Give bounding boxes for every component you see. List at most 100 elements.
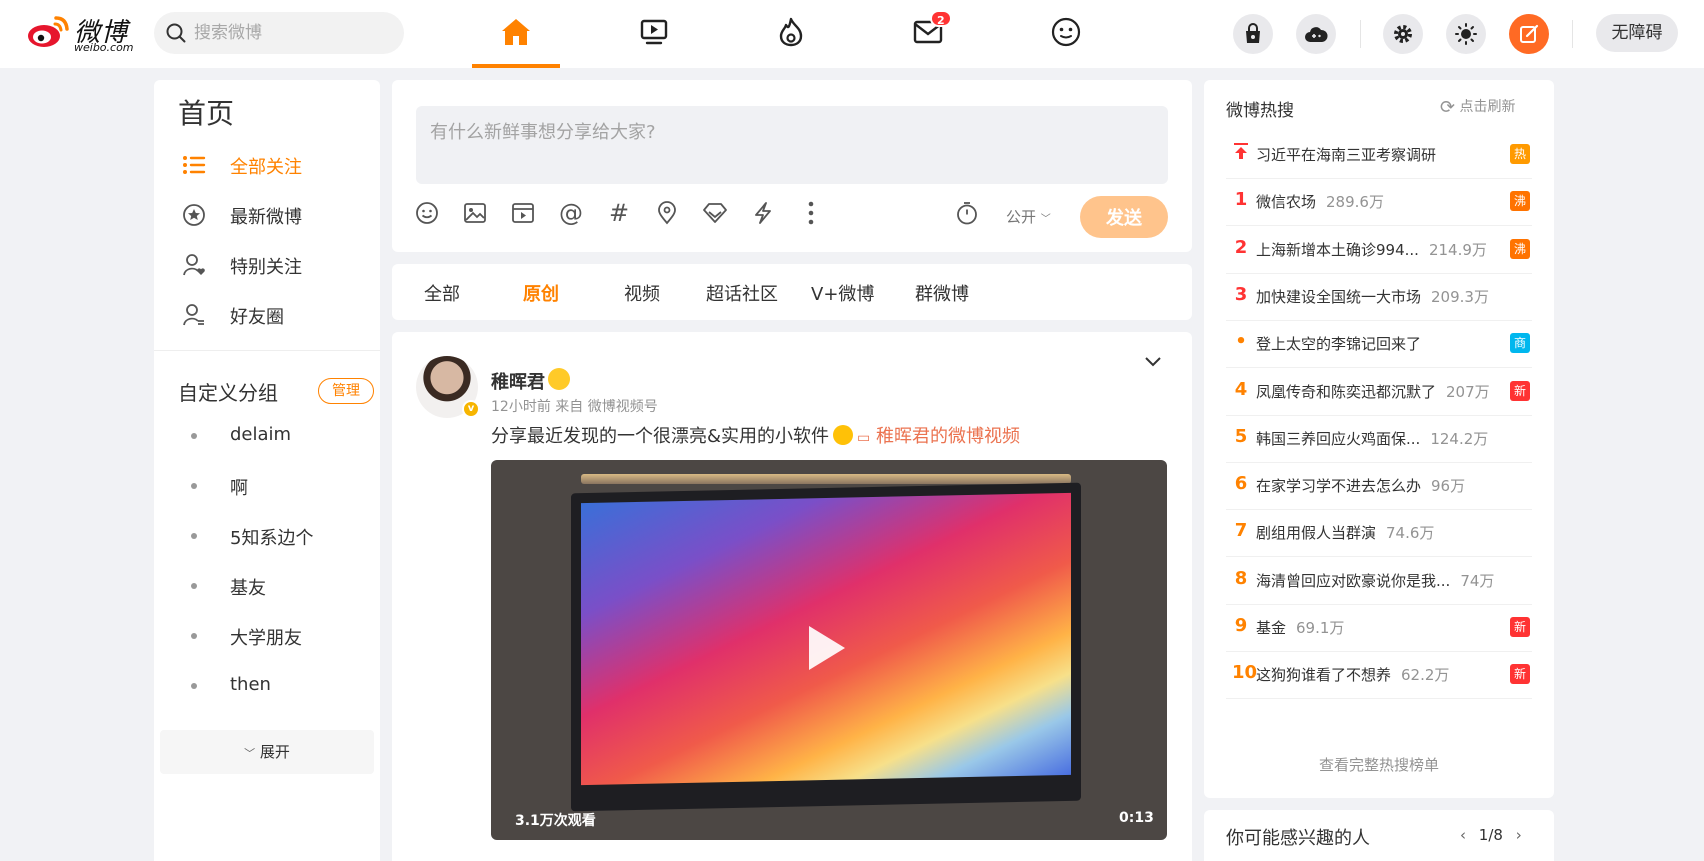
chevron-left-icon[interactable]: ‹ (1460, 826, 1466, 844)
hot-search-heat: 207万 (1446, 382, 1490, 401)
compose-button[interactable] (1509, 14, 1549, 54)
video-player[interactable]: 3.1万次观看 0:13 (491, 460, 1167, 840)
manage-groups-button[interactable]: 管理 (318, 378, 374, 404)
hot-search-item[interactable]: • 登上太空的李锦记回来了 商 (1204, 317, 1554, 369)
hot-search-word: 基金 69.1万 (1256, 617, 1344, 638)
suggested-users-pager: ‹ 1/8 › (1460, 826, 1522, 844)
post-meta: 12小时前 来自 微博视频号 (491, 399, 658, 415)
location-button[interactable] (652, 198, 682, 228)
mention-button[interactable]: @ (556, 198, 586, 228)
tab-video[interactable]: 视频 (624, 280, 660, 306)
group-item[interactable]: 啊 (154, 468, 380, 504)
hot-search-word: 习近平在海南三亚考察调研 (1256, 144, 1436, 165)
view-full-hot-list-link[interactable]: 查看完整热搜榜单 (1204, 754, 1554, 775)
group-item[interactable]: delaim (154, 418, 380, 454)
group-item-label: 基友 (230, 578, 266, 599)
hot-search-item[interactable]: 3 加快建设全国统一大市场 209.3万 (1204, 270, 1554, 321)
tab-vplus[interactable]: V+微博 (811, 280, 874, 306)
nav-messages[interactable]: 2 (908, 10, 952, 52)
tab-super-topic[interactable]: 超话社区 (706, 280, 778, 306)
post-body: 分享最近发现的一个很漂亮&实用的小软件 (491, 426, 830, 447)
hot-search-item[interactable]: 8 海清曾回应对欧豪说你是我... 74万 (1204, 554, 1554, 605)
hot-search-text: 韩国三养回应火鸡面保... (1256, 429, 1421, 448)
sidebar-item-special[interactable]: 特别关注 (154, 244, 380, 284)
lock-bag-icon (1246, 23, 1260, 43)
hot-search-word: 海清曾回应对欧豪说你是我... 74万 (1256, 570, 1494, 591)
group-item[interactable]: then (154, 668, 380, 704)
search-icon (166, 23, 186, 43)
hot-search-text: 凤凰传奇和陈奕迅都沉默了 (1256, 382, 1437, 401)
nav-profile[interactable] (1046, 12, 1086, 52)
hot-search-word: 凤凰传奇和陈奕迅都沉默了 207万 (1256, 381, 1490, 402)
send-button[interactable]: 发送 (1080, 196, 1168, 238)
refresh-button[interactable]: ⟳ 点击刷新 (1440, 96, 1516, 118)
tab-all[interactable]: 全部 (424, 280, 460, 306)
search-input[interactable] (194, 12, 394, 54)
toolbar-divider (1572, 20, 1573, 48)
hot-search-item[interactable]: 5 韩国三养回应火鸡面保... 124.2万 (1204, 412, 1554, 463)
hot-search-heat: 209.3万 (1431, 287, 1489, 306)
accessibility-button[interactable]: 无障碍 (1596, 14, 1678, 52)
expand-groups-button[interactable]: ﹀ 展开 (160, 730, 374, 774)
lock-button[interactable] (1233, 14, 1273, 54)
hot-search-text: 剧组用假人当群演 (1256, 524, 1377, 543)
chevron-down-icon[interactable] (1144, 356, 1162, 368)
page-indicator: 1/8 (1478, 826, 1503, 844)
chevron-right-icon[interactable]: › (1516, 826, 1522, 844)
row-divider (1226, 698, 1532, 700)
visibility-select[interactable]: 公开 ﹀ (1006, 206, 1051, 227)
hot-search-item[interactable]: 6 在家学习学不进去怎么办 96万 (1204, 459, 1554, 511)
hot-search-item[interactable]: 10 这狗狗谁看了不想养 62.2万 新 (1204, 648, 1554, 700)
topic-button[interactable]: # (604, 198, 634, 228)
hot-rank: • (1235, 331, 1247, 353)
hot-rank: 10 (1232, 662, 1258, 684)
author-name[interactable]: 稚晖君 (491, 368, 545, 394)
hot-search-item[interactable]: 9 基金 69.1万 新 (1204, 601, 1554, 652)
bullet-icon (191, 433, 197, 439)
group-item[interactable]: 大学朋友 (154, 618, 380, 654)
edit-icon (1520, 24, 1539, 43)
hot-search-item[interactable]: 习近平在海南三亚考察调研 热 (1204, 128, 1554, 179)
sidebar-item-all-follows[interactable]: 全部关注 (154, 144, 380, 184)
nav-hot[interactable] (771, 12, 811, 52)
group-item-label: then (230, 674, 271, 695)
group-item-label: 啊 (230, 478, 248, 499)
flash-button[interactable] (748, 198, 778, 228)
play-icon[interactable] (809, 626, 845, 670)
compose-input[interactable] (416, 106, 1168, 184)
settings-button[interactable] (1383, 14, 1423, 54)
video-upload-button[interactable] (508, 198, 538, 228)
nav-active-indicator (472, 64, 560, 68)
tab-group[interactable]: 群微博 (915, 280, 969, 306)
bullet-icon (191, 633, 197, 639)
weibo-logo[interactable]: 微博 weibo.com (26, 12, 138, 54)
chevron-down-icon: ﹀ (1040, 214, 1051, 225)
fans-only-button[interactable] (700, 198, 730, 228)
video-link[interactable]: ▭ 稚晖君的微博视频 (857, 426, 1020, 447)
theme-button[interactable] (1446, 14, 1486, 54)
game-button[interactable] (1296, 14, 1336, 54)
nav-video[interactable] (634, 12, 674, 52)
hot-tag-badge: 热 (1510, 144, 1530, 164)
nav-home[interactable] (496, 12, 536, 52)
hot-tag-badge: 新 (1510, 664, 1530, 685)
hot-search-item[interactable]: 4 凤凰传奇和陈奕迅都沉默了 207万 新 (1204, 365, 1554, 416)
group-item[interactable]: 5知系边个 (154, 518, 380, 554)
emoji-button[interactable] (412, 198, 442, 228)
hot-search-item[interactable]: 2 上海新增本土确诊994... 214.9万 沸 (1204, 223, 1554, 274)
image-button[interactable] (460, 198, 490, 228)
tab-original[interactable]: 原创 (523, 280, 559, 306)
group-item[interactable]: 基友 (154, 568, 380, 604)
laugh-emoji-icon (833, 425, 854, 445)
hot-search-heat: 124.2万 (1430, 429, 1489, 448)
schedule-button[interactable] (952, 198, 982, 228)
sidebar-item-friends[interactable]: 好友圈 (154, 294, 380, 334)
search-box (154, 12, 404, 54)
hot-search-item[interactable]: 7 剧组用假人当群演 74.6万 (1204, 506, 1554, 558)
hot-search-item[interactable]: 1 微信农场 289.6万 沸 (1204, 175, 1554, 227)
more-button[interactable] (796, 198, 826, 228)
sidebar-item-latest[interactable]: 最新微博 (154, 194, 380, 234)
location-pin-icon (658, 201, 676, 225)
pinned-top-icon (1232, 142, 1250, 165)
hot-tag-badge: 商 (1510, 333, 1530, 354)
